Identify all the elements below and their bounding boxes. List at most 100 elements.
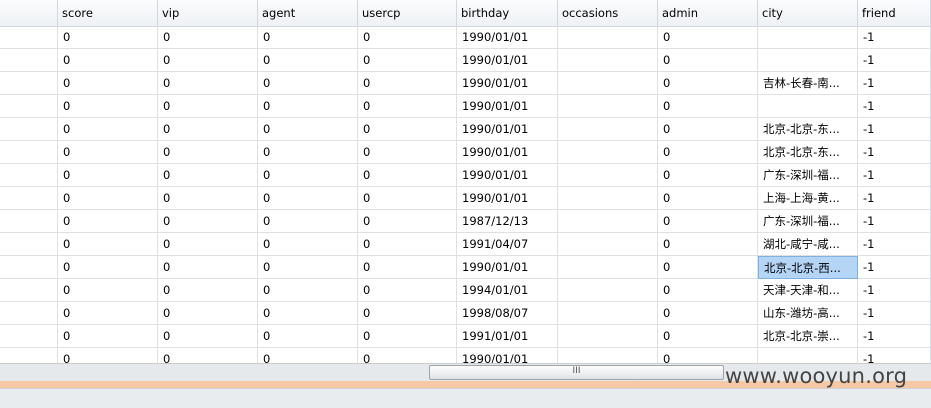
cell-usercp[interactable]: 0 [358, 233, 457, 256]
cell-friend[interactable]: -1 [858, 210, 931, 233]
cell-admin[interactable]: 0 [658, 256, 758, 279]
cell-friend[interactable]: -1 [858, 49, 931, 72]
column-header-friend[interactable]: friend [858, 0, 931, 26]
cell-occasions[interactable] [558, 233, 658, 256]
cell-admin[interactable]: 0 [658, 210, 758, 233]
cell-city[interactable]: 北京-北京-东... [758, 141, 858, 164]
table-row[interactable]: 0 0 0 0 1990/01/01 0 广东-深圳-福... -1 [0, 164, 931, 187]
cell-city[interactable]: 湖北-咸宁-咸... [758, 233, 858, 256]
cell-friend[interactable]: -1 [858, 26, 931, 49]
cell-vip[interactable]: 0 [158, 26, 258, 49]
table-row[interactable]: 0 0 0 0 1990/01/01 0 -1 [0, 26, 931, 49]
cell-vip[interactable]: 0 [158, 233, 258, 256]
scrollbar-thumb[interactable]: III [429, 365, 724, 380]
cell-birthday[interactable]: 1990/01/01 [457, 256, 558, 279]
cell-city[interactable]: 天津-天津-和... [758, 279, 858, 302]
cell-usercp[interactable]: 0 [358, 164, 457, 187]
cell-score[interactable]: 0 [58, 302, 158, 325]
cell-city[interactable]: 北京-北京-西... [758, 256, 858, 279]
cell-rowindex[interactable] [0, 233, 58, 256]
cell-birthday[interactable]: 1990/01/01 [457, 95, 558, 118]
cell-usercp[interactable]: 0 [358, 118, 457, 141]
table-row[interactable]: 0 0 0 0 1990/01/01 0 -1 [0, 95, 931, 118]
cell-rowindex[interactable] [0, 49, 58, 72]
cell-birthday[interactable]: 1990/01/01 [457, 26, 558, 49]
cell-usercp[interactable]: 0 [358, 279, 457, 302]
cell-usercp[interactable]: 0 [358, 187, 457, 210]
cell-agent[interactable]: 0 [258, 279, 358, 302]
cell-score[interactable]: 0 [58, 118, 158, 141]
cell-friend[interactable]: -1 [858, 302, 931, 325]
table-row[interactable]: 0 0 0 0 1990/01/01 0 北京-北京-西... -1 [0, 256, 931, 279]
table-row[interactable]: 0 0 0 0 1990/01/01 0 -1 [0, 348, 931, 363]
cell-friend[interactable]: -1 [858, 233, 931, 256]
column-header-city[interactable]: city [758, 0, 858, 26]
table-row[interactable]: 0 0 0 0 1990/01/01 0 -1 [0, 49, 931, 72]
cell-admin[interactable]: 0 [658, 164, 758, 187]
cell-city[interactable]: 上海-上海-黄... [758, 187, 858, 210]
cell-usercp[interactable]: 0 [358, 325, 457, 348]
table-row[interactable]: 0 0 0 0 1990/01/01 0 北京-北京-东... -1 [0, 141, 931, 164]
cell-birthday[interactable]: 1990/01/01 [457, 348, 558, 363]
cell-occasions[interactable] [558, 348, 658, 363]
cell-birthday[interactable]: 1987/12/13 [457, 210, 558, 233]
cell-admin[interactable]: 0 [658, 141, 758, 164]
cell-friend[interactable]: -1 [858, 279, 931, 302]
column-header-vip[interactable]: vip [158, 0, 258, 26]
cell-friend[interactable]: -1 [858, 164, 931, 187]
cell-rowindex[interactable] [0, 164, 58, 187]
cell-rowindex[interactable] [0, 141, 58, 164]
column-header-agent[interactable]: agent [258, 0, 358, 26]
cell-vip[interactable]: 0 [158, 348, 258, 363]
cell-score[interactable]: 0 [58, 95, 158, 118]
cell-birthday[interactable]: 1990/01/01 [457, 164, 558, 187]
cell-rowindex[interactable] [0, 210, 58, 233]
cell-score[interactable]: 0 [58, 233, 158, 256]
cell-occasions[interactable] [558, 141, 658, 164]
cell-admin[interactable]: 0 [658, 325, 758, 348]
cell-city[interactable] [758, 26, 858, 49]
cell-city[interactable]: 吉林-长春-南... [758, 72, 858, 95]
cell-agent[interactable]: 0 [258, 49, 358, 72]
cell-rowindex[interactable] [0, 348, 58, 363]
cell-occasions[interactable] [558, 95, 658, 118]
cell-admin[interactable]: 0 [658, 302, 758, 325]
cell-vip[interactable]: 0 [158, 256, 258, 279]
cell-vip[interactable]: 0 [158, 187, 258, 210]
cell-vip[interactable]: 0 [158, 279, 258, 302]
cell-friend[interactable]: -1 [858, 72, 931, 95]
cell-usercp[interactable]: 0 [358, 256, 457, 279]
cell-admin[interactable]: 0 [658, 187, 758, 210]
cell-city[interactable]: 广东-深圳-福... [758, 210, 858, 233]
cell-city[interactable] [758, 95, 858, 118]
cell-city[interactable]: 山东-潍坊-高... [758, 302, 858, 325]
cell-city[interactable]: 北京-北京-东... [758, 118, 858, 141]
cell-rowindex[interactable] [0, 302, 58, 325]
cell-admin[interactable]: 0 [658, 26, 758, 49]
cell-friend[interactable]: -1 [858, 256, 931, 279]
cell-birthday[interactable]: 1990/01/01 [457, 141, 558, 164]
cell-admin[interactable]: 0 [658, 72, 758, 95]
cell-agent[interactable]: 0 [258, 26, 358, 49]
cell-usercp[interactable]: 0 [358, 210, 457, 233]
cell-birthday[interactable]: 1990/01/01 [457, 118, 558, 141]
cell-rowindex[interactable] [0, 256, 58, 279]
cell-birthday[interactable]: 1990/01/01 [457, 49, 558, 72]
cell-friend[interactable]: -1 [858, 95, 931, 118]
cell-usercp[interactable]: 0 [358, 49, 457, 72]
cell-friend[interactable]: -1 [858, 118, 931, 141]
cell-birthday[interactable]: 1990/01/01 [457, 72, 558, 95]
cell-vip[interactable]: 0 [158, 49, 258, 72]
cell-usercp[interactable]: 0 [358, 95, 457, 118]
cell-friend[interactable]: -1 [858, 348, 931, 363]
cell-agent[interactable]: 0 [258, 95, 358, 118]
cell-score[interactable]: 0 [58, 210, 158, 233]
table-row[interactable]: 0 0 0 0 1994/01/01 0 天津-天津-和... -1 [0, 279, 931, 302]
cell-occasions[interactable] [558, 164, 658, 187]
cell-vip[interactable]: 0 [158, 95, 258, 118]
column-header-admin[interactable]: admin [658, 0, 758, 26]
cell-rowindex[interactable] [0, 325, 58, 348]
cell-rowindex[interactable] [0, 279, 58, 302]
cell-birthday[interactable]: 1991/01/01 [457, 325, 558, 348]
cell-vip[interactable]: 0 [158, 72, 258, 95]
